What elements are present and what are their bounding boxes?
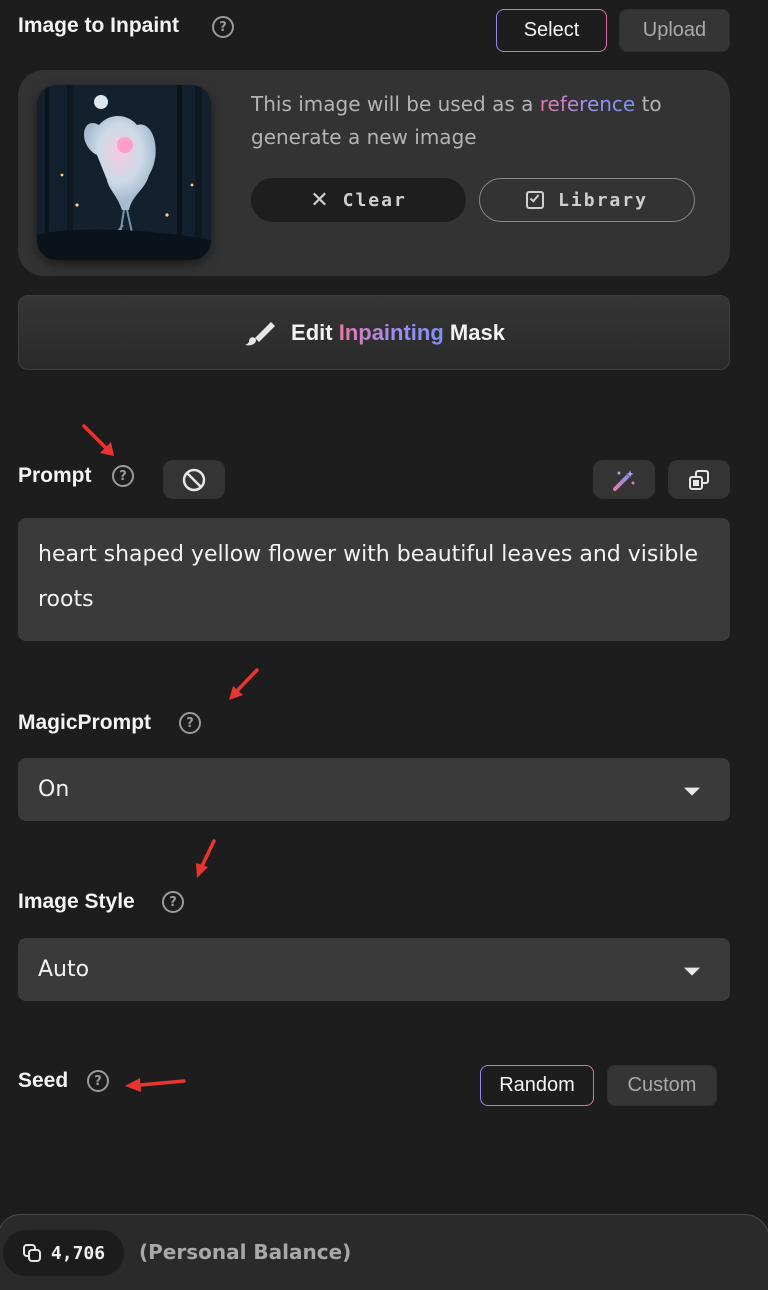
prompt-label: Prompt (18, 464, 92, 487)
clear-prompt-button[interactable] (163, 460, 225, 499)
chevron-down-icon (684, 967, 700, 976)
reference-thumbnail[interactable] (37, 85, 211, 260)
image-style-label: Image Style (18, 890, 135, 913)
annotation-arrow (82, 424, 114, 456)
prompt-help-icon[interactable]: ? (112, 465, 134, 487)
copy-icon (689, 469, 709, 490)
annotation-arrow (196, 839, 216, 878)
mask-label: Mask (449, 319, 505, 345)
upload-button[interactable]: Upload (619, 9, 730, 52)
brush-icon (245, 321, 276, 345)
library-label: Library (558, 189, 648, 211)
image-style-select[interactable]: Auto (18, 938, 730, 1001)
seed-random-button[interactable]: Random (480, 1065, 594, 1106)
select-button[interactable]: Select (496, 9, 607, 52)
prompt-text: heart shaped yellow flower with beautifu… (38, 542, 699, 612)
edit-label: Edit (291, 319, 333, 345)
magic-wand-icon (613, 469, 635, 491)
clear-label: Clear (342, 189, 407, 211)
edit-inpainting-mask-button[interactable]: Edit Inpainting Mask (18, 295, 730, 370)
inpainting-label: Inpainting (338, 319, 444, 345)
reference-link[interactable]: reference (540, 92, 636, 116)
magicprompt-value: On (38, 777, 70, 802)
annotation-arrow (125, 1078, 186, 1092)
balance-value: 4,706 (50, 1242, 106, 1264)
clear-button[interactable]: ✕ Clear (251, 178, 466, 222)
seed-custom-button[interactable]: Custom (607, 1065, 717, 1106)
balance-pill[interactable]: 4,706 (3, 1230, 124, 1276)
description-text: This image will be used as a (251, 92, 534, 116)
image-help-icon[interactable]: ? (212, 16, 234, 38)
image-style-value: Auto (38, 957, 90, 982)
chevron-down-icon (684, 787, 700, 796)
close-icon: ✕ (310, 187, 329, 213)
image-to-inpaint-label: Image to Inpaint (18, 14, 180, 37)
seed-help-icon[interactable]: ? (87, 1070, 109, 1092)
magicprompt-help-icon[interactable]: ? (179, 712, 201, 734)
copy-prompt-button[interactable] (668, 460, 730, 499)
flower-image (37, 85, 211, 260)
block-icon (182, 468, 206, 491)
annotation-arrow (229, 668, 259, 700)
reference-description: This image will be used as a reference t… (251, 88, 711, 154)
checkbox-icon (526, 191, 545, 209)
seed-label: Seed (18, 1069, 69, 1092)
magicprompt-select[interactable]: On (18, 758, 730, 821)
magic-wand-button[interactable] (593, 460, 655, 499)
balance-label: (Personal Balance) (139, 1240, 352, 1264)
library-button[interactable]: Library (479, 178, 695, 222)
magicprompt-label: MagicPrompt (18, 711, 152, 734)
credits-icon (22, 1244, 41, 1262)
prompt-input[interactable]: heart shaped yellow flower with beautifu… (18, 518, 730, 641)
image-style-help-icon[interactable]: ? (162, 891, 184, 913)
